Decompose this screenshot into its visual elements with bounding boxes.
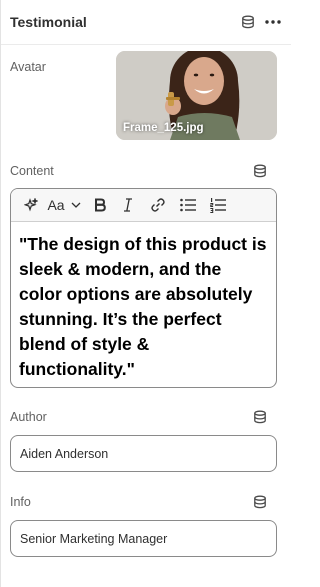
avatar-filename: Frame_125.jpg (123, 122, 204, 134)
avatar-image-picker[interactable]: Frame_125.jpg (116, 51, 277, 140)
numbered-list-button[interactable] (203, 193, 233, 217)
panel-title: Testimonial (10, 14, 87, 30)
author-label: Author (10, 410, 47, 424)
testimonial-settings-panel: Testimonial Avatar Frame_125.jpg Content… (0, 0, 291, 587)
header-divider (1, 44, 291, 45)
bold-icon (95, 198, 106, 212)
content-dynamic-source-icon[interactable] (253, 164, 267, 178)
font-style-label: Aa (47, 197, 65, 213)
sparkle-icon[interactable] (21, 193, 41, 217)
link-icon (151, 198, 165, 212)
content-label: Content (10, 164, 54, 178)
chevron-down-icon (71, 202, 81, 208)
editor-toolbar: Aa (11, 189, 276, 222)
bullet-list-icon (180, 198, 196, 212)
more-options-icon[interactable] (265, 20, 281, 24)
author-input[interactable] (10, 435, 277, 472)
bold-button[interactable] (87, 193, 113, 217)
link-button[interactable] (143, 193, 173, 217)
font-style-dropdown[interactable]: Aa (41, 193, 87, 217)
dynamic-source-icon[interactable] (241, 15, 255, 29)
header-actions (241, 15, 281, 29)
info-dynamic-source-icon[interactable] (253, 495, 267, 509)
info-input[interactable] (10, 520, 277, 557)
author-dynamic-source-icon[interactable] (253, 410, 267, 424)
avatar-label: Avatar (10, 60, 46, 74)
testimonial-content-text[interactable]: "The design of this product is sleek & m… (11, 222, 276, 382)
italic-icon (124, 198, 132, 212)
italic-button[interactable] (113, 193, 143, 217)
rich-text-editor: Aa "The design of this product is sleek … (10, 188, 277, 388)
numbered-list-icon (210, 198, 226, 213)
bullet-list-button[interactable] (173, 193, 203, 217)
info-label: Info (10, 495, 31, 509)
panel-header: Testimonial (10, 10, 281, 34)
